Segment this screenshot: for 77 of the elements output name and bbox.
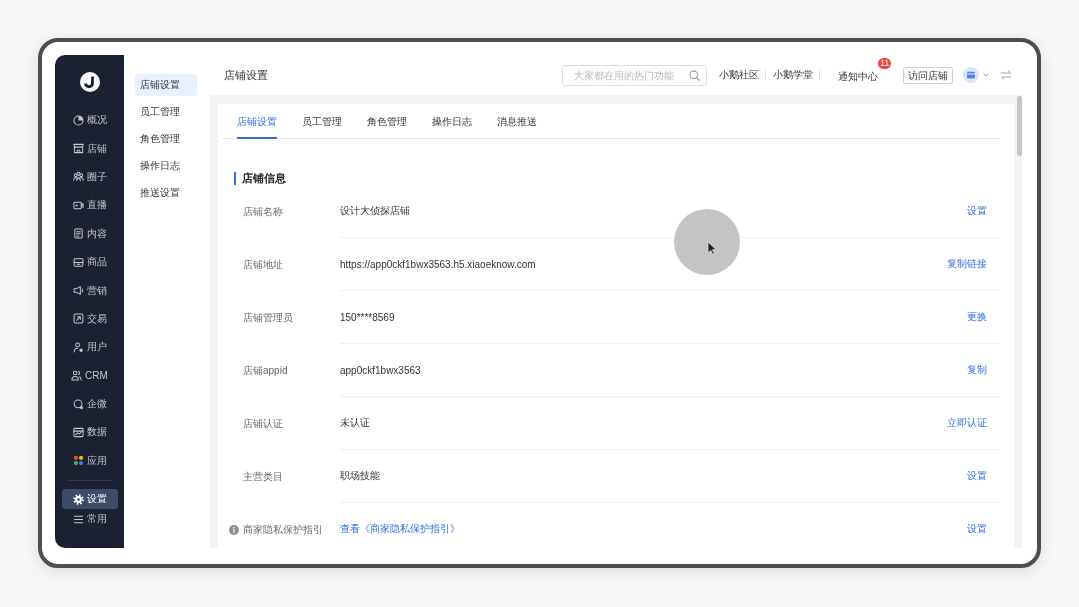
sidebar-item[interactable]: 直播 (61, 191, 118, 220)
sidebar-item[interactable]: 应用 (61, 446, 118, 476)
box-icon (72, 256, 84, 268)
field-value: app0ckf1bwx3563 (340, 364, 421, 376)
tab[interactable]: 角色管理 (367, 104, 407, 139)
list-icon (72, 513, 84, 525)
swap-icon[interactable] (1000, 70, 1012, 80)
field-label: 店铺appid (243, 363, 288, 378)
document-icon (72, 228, 84, 240)
megaphone-icon (72, 285, 84, 297)
field-label: 店铺地址 (243, 257, 283, 272)
logo-icon (79, 72, 100, 92)
settings-icon (72, 493, 84, 505)
sidebar-item[interactable]: 数据 (61, 418, 118, 447)
info-icon (229, 524, 239, 535)
tab[interactable]: 消息推送 (497, 104, 537, 139)
chart-icon (72, 427, 84, 438)
sidebar-item[interactable]: 商品 (61, 247, 118, 277)
page-title: 店铺设置 (224, 67, 268, 83)
action-link[interactable]: 立即认证 (947, 416, 987, 430)
sidebar-item[interactable]: 店铺 (61, 134, 118, 163)
sidebar-item[interactable]: 圈子 (61, 162, 118, 192)
sidebar-item[interactable]: 常用 (61, 509, 118, 530)
pie-chart-icon (72, 114, 84, 126)
subnav-item[interactable]: 角色管理 (135, 128, 197, 150)
sidebar-item[interactable]: 交易 (61, 304, 118, 334)
privacy-guide-link[interactable]: 查看《商家隐私保护指引》 (340, 522, 460, 536)
sidebar-item[interactable]: 营销 (61, 276, 118, 305)
tab[interactable]: 操作日志 (432, 104, 472, 139)
visit-store-button[interactable]: 访问店铺 (903, 66, 953, 84)
group-icon (72, 171, 84, 183)
action-link[interactable]: 复制链接 (947, 257, 987, 271)
field-value: 设计大侦探店铺 (340, 204, 410, 218)
field-value: 150****8569 (340, 311, 395, 323)
field-label: 主营类目 (243, 469, 283, 484)
field-label: 店铺名称 (243, 204, 283, 219)
notification-link[interactable]: 通知中心 (838, 71, 878, 82)
sidebar-item[interactable]: 企微 (61, 389, 118, 419)
subnav-item[interactable]: 操作日志 (135, 155, 197, 177)
field-value: 职场技能 (340, 469, 380, 483)
action-link[interactable]: 更换 (967, 310, 987, 324)
sidebar-item[interactable]: 用户 (61, 333, 118, 362)
sidebar-item[interactable]: 设置 (61, 489, 118, 510)
user-icon (72, 341, 84, 353)
square-arrow-icon (72, 313, 84, 325)
header-link[interactable]: 小鹅学堂 (773, 69, 813, 81)
search-field[interactable]: 大家都在用的热门功能 (562, 64, 707, 86)
caret-icon (983, 73, 989, 77)
field-value: https://app0ckf1bwx3563.h5.xiaoeknow.com (340, 258, 536, 270)
section-title: 店铺信息 (234, 172, 286, 185)
chat-bubble-icon (72, 398, 84, 410)
search-icon (689, 69, 700, 81)
action-link[interactable]: 复制 (967, 363, 987, 377)
subnav-item[interactable]: 员工管理 (135, 101, 197, 123)
tab[interactable]: 店铺设置 (237, 104, 277, 139)
action-link[interactable]: 设置 (967, 204, 987, 218)
sidebar-item[interactable]: CRM (61, 361, 118, 390)
scrollbar-thumb[interactable] (1017, 96, 1022, 156)
field-label: 店铺认证 (243, 416, 283, 431)
sidebar-item[interactable]: 内容 (61, 219, 118, 248)
sidebar-item[interactable]: 概况 (61, 106, 118, 135)
field-label: 商家隐私保护指引 (243, 522, 323, 537)
subnav-item[interactable]: 店铺设置 (135, 74, 197, 96)
video-camera-icon (72, 199, 84, 211)
notification-badge: 11 (878, 58, 892, 69)
apps-grid-icon (72, 455, 84, 467)
subnav-item[interactable]: 推送设置 (135, 182, 197, 204)
field-value: 未认证 (340, 416, 370, 430)
action-link[interactable]: 设置 (967, 522, 987, 536)
users-icon (71, 370, 83, 382)
field-label: 店铺管理员 (243, 310, 293, 325)
store-avatar-icon[interactable] (963, 67, 979, 83)
action-link[interactable]: 设置 (967, 469, 987, 483)
pointer-icon (674, 209, 740, 275)
store-icon (72, 143, 84, 155)
header-link[interactable]: 小鹅社区 (719, 69, 759, 81)
tab[interactable]: 员工管理 (302, 104, 342, 139)
